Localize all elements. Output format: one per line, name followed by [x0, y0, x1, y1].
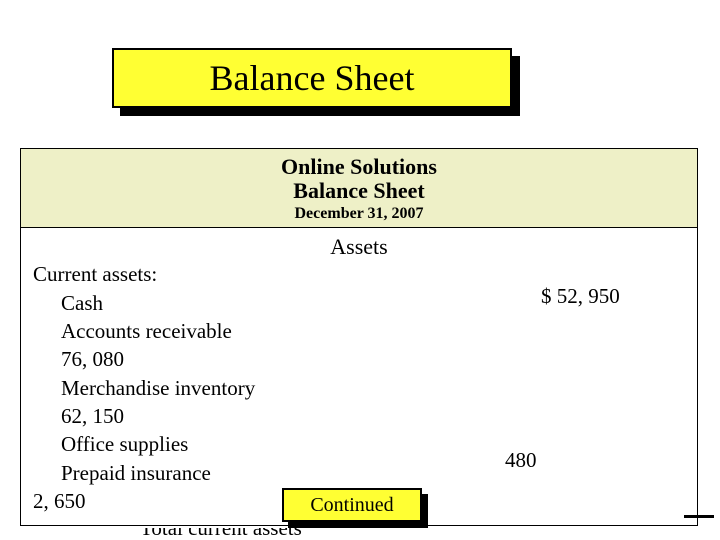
company-name: Online Solutions	[21, 155, 697, 179]
balance-sheet-table: Online Solutions Balance Sheet December …	[20, 148, 698, 526]
supplies-label: Office supplies	[33, 430, 685, 458]
total-current-assets-label: Total current assets	[140, 528, 302, 540]
title-text: Balance Sheet	[210, 57, 415, 99]
document-name: Balance Sheet	[21, 179, 697, 203]
supplies-amount: 480	[505, 448, 537, 473]
ar-label: Accounts receivable	[33, 317, 685, 345]
inventory-label: Merchandise inventory	[33, 374, 685, 402]
sheet-body: Assets Current assets: Cash Accounts rec…	[21, 228, 697, 525]
sheet-header: Online Solutions Balance Sheet December …	[21, 149, 697, 228]
slide-title: Balance Sheet	[112, 48, 512, 108]
sheet-date: December 31, 2007	[21, 205, 697, 223]
continued-text: Continued	[310, 494, 393, 517]
continued-callout: Continued	[282, 488, 422, 522]
ar-value: 76, 080	[33, 345, 685, 373]
underline-mark	[684, 515, 714, 518]
title-box: Balance Sheet	[112, 48, 512, 108]
inventory-value: 62, 150	[33, 402, 685, 430]
prepaid-label: Prepaid insurance	[33, 459, 685, 487]
cash-amount: $ 52, 950	[541, 284, 620, 309]
assets-heading: Assets	[33, 234, 685, 260]
continued-box: Continued	[282, 488, 422, 522]
